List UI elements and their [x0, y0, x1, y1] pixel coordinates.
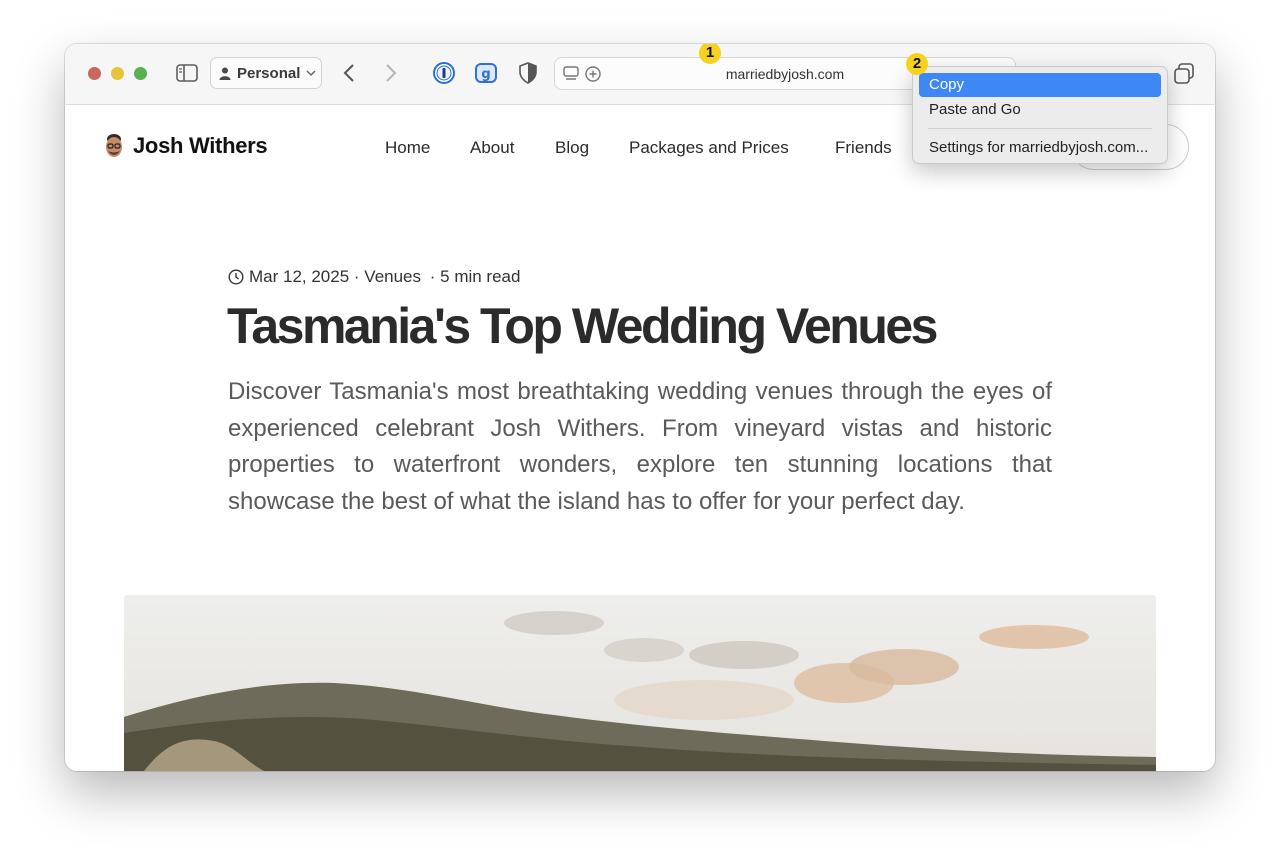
nav-about[interactable]: About [470, 138, 514, 158]
sidebar-icon[interactable] [176, 64, 198, 82]
browser-window: Personal g marriedbyjosh.com 1 Josh With… [65, 44, 1215, 771]
site-brand[interactable]: Josh Withers [103, 133, 268, 159]
clock-icon [228, 269, 244, 285]
minimize-window-button[interactable] [111, 67, 124, 80]
nav-friends[interactable]: Friends [835, 138, 892, 158]
article-title: Tasmania's Top Wedding Venues [227, 298, 939, 354]
extension-icon[interactable]: g [474, 62, 498, 84]
article-category[interactable]: Venues [364, 267, 421, 287]
svg-text:g: g [481, 67, 490, 82]
web-page: Josh Withers Home About Blog Packages an… [65, 105, 1215, 771]
article-date: Mar 12, 2025 [249, 267, 350, 286]
nav-home[interactable]: Home [385, 138, 430, 158]
avatar [106, 134, 122, 157]
person-icon [219, 67, 231, 80]
forward-icon[interactable] [385, 64, 397, 82]
shield-icon[interactable] [519, 62, 537, 84]
chevron-down-icon [306, 69, 316, 76]
article-lead: Discover Tasmania's most breathtaking we… [228, 378, 1052, 515]
hero-image [124, 595, 1156, 771]
article-meta: Mar 12, 2025 · Venues · 5 min read [228, 267, 520, 287]
profile-button[interactable]: Personal [210, 57, 322, 89]
meta-separator: · [425, 267, 441, 286]
menu-item-settings-for-site[interactable]: Settings for marriedbyjosh.com... [919, 136, 1161, 160]
site-title: Josh Withers [133, 133, 268, 158]
step-badge-2: 2 [906, 53, 928, 75]
meta-separator: · [349, 267, 365, 286]
nav-packages-and-prices[interactable]: Packages and Prices [629, 138, 789, 158]
menu-item-copy[interactable]: Copy [919, 73, 1161, 97]
new-tab-icon[interactable] [1173, 63, 1195, 85]
article-read-time: 5 min read [440, 267, 521, 286]
menu-item-paste-and-go[interactable]: Paste and Go [919, 98, 1161, 122]
back-icon[interactable] [343, 64, 355, 82]
nav-blog[interactable]: Blog [555, 138, 589, 158]
url-context-menu: Copy Paste and Go Settings for marriedby… [912, 66, 1168, 164]
onepassword-icon[interactable] [433, 62, 455, 84]
profile-label: Personal [237, 64, 301, 82]
close-window-button[interactable] [88, 67, 101, 80]
zoom-window-button[interactable] [134, 67, 147, 80]
menu-separator [928, 128, 1152, 129]
